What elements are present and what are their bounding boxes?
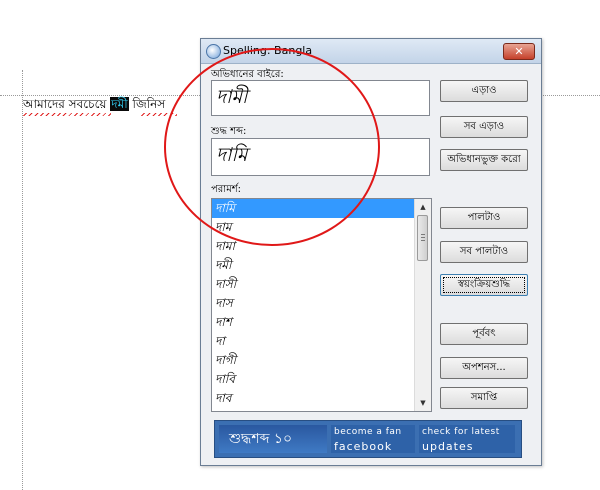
doc-text-before: আমাদের সবচেয়ে: [23, 97, 111, 111]
options-button[interactable]: অপশনস...: [440, 357, 528, 379]
doc-margin-guide-vertical: [22, 70, 23, 490]
suggestion-item[interactable]: দাসী: [212, 275, 414, 294]
ignore-button[interactable]: এড়াও: [440, 80, 528, 102]
doc-margin-guide-right: [540, 95, 600, 96]
correction-field[interactable]: দামি: [211, 138, 430, 176]
scroll-down-icon[interactable]: ▼: [415, 395, 431, 411]
suggestion-item[interactable]: দাবি: [212, 370, 414, 389]
suggestions-scrollbar[interactable]: ▲ ▼: [414, 199, 431, 411]
not-in-dictionary-field[interactable]: দামী: [211, 80, 430, 116]
suggestion-item[interactable]: দাস: [212, 294, 414, 313]
spelling-squiggle: [23, 113, 111, 116]
dialog-titlebar[interactable]: Spelling: Bangla ✕: [201, 39, 541, 64]
updates-line1: check for latest: [422, 427, 500, 437]
suggestion-item[interactable]: দাম: [212, 218, 414, 237]
check-updates-link[interactable]: check for latest updates: [419, 425, 515, 453]
fan-line1: become a fan: [334, 427, 402, 437]
facebook-fan-link[interactable]: become a fan facebook: [331, 425, 415, 453]
suggestion-item[interactable]: দাব: [212, 389, 414, 408]
grip-icon: [421, 234, 425, 242]
dialog-title: Spelling: Bangla: [223, 44, 313, 57]
misspelled-word[interactable]: দমী: [110, 97, 129, 111]
shuddhashabda-logo: শুদ্ধশব্দ ১০: [219, 425, 327, 453]
scroll-up-icon[interactable]: ▲: [415, 199, 431, 215]
suggestion-item[interactable]: দাগী: [212, 351, 414, 370]
suggestions-label: পরামর্শ:: [211, 184, 242, 195]
suggestions-list[interactable]: দামি দাম দামা দমী দাসী দাস দাশ দা দাগী দাবি দাব ▲ …: [211, 198, 432, 412]
scrollbar-thumb[interactable]: [417, 215, 428, 261]
suggestion-item[interactable]: দাশ: [212, 313, 414, 332]
add-to-dictionary-button[interactable]: অভিধানভুক্ত করো: [440, 149, 528, 171]
app-icon: [206, 44, 221, 59]
spelling-dialog: Spelling: Bangla ✕ অভিধানের বাইরে: দামী …: [200, 38, 542, 466]
suggestion-item[interactable]: দামি: [212, 199, 414, 218]
undo-button[interactable]: পূর্ববৎ: [440, 323, 528, 345]
ignore-all-button[interactable]: সব এড়াও: [440, 116, 528, 138]
promo-banner: শুদ্ধশব্দ ১০ become a fan facebook check…: [214, 420, 522, 458]
change-button[interactable]: পালটাও: [440, 207, 528, 229]
close-button[interactable]: ✕: [503, 43, 535, 60]
autocorrect-button[interactable]: স্বয়ংক্রিয়শুদ্ধি: [440, 274, 528, 296]
suggestion-item[interactable]: দমী: [212, 256, 414, 275]
suggestion-item[interactable]: দামা: [212, 237, 414, 256]
doc-text-after: জিনিস: [128, 97, 166, 111]
finish-button[interactable]: সমাপ্তি: [440, 387, 528, 409]
suggestion-item[interactable]: দা: [212, 332, 414, 351]
spelling-squiggle: [141, 113, 177, 116]
suggestions-items: দামি দাম দামা দমী দাসী দাস দাশ দা দাগী দাবি দাব: [212, 199, 414, 408]
document-text[interactable]: আমাদের সবচেয়ে দমী জিনিস: [23, 96, 165, 112]
updates-line2: updates: [422, 440, 474, 453]
fan-line2: facebook: [334, 440, 393, 453]
change-all-button[interactable]: সব পালটাও: [440, 241, 528, 263]
